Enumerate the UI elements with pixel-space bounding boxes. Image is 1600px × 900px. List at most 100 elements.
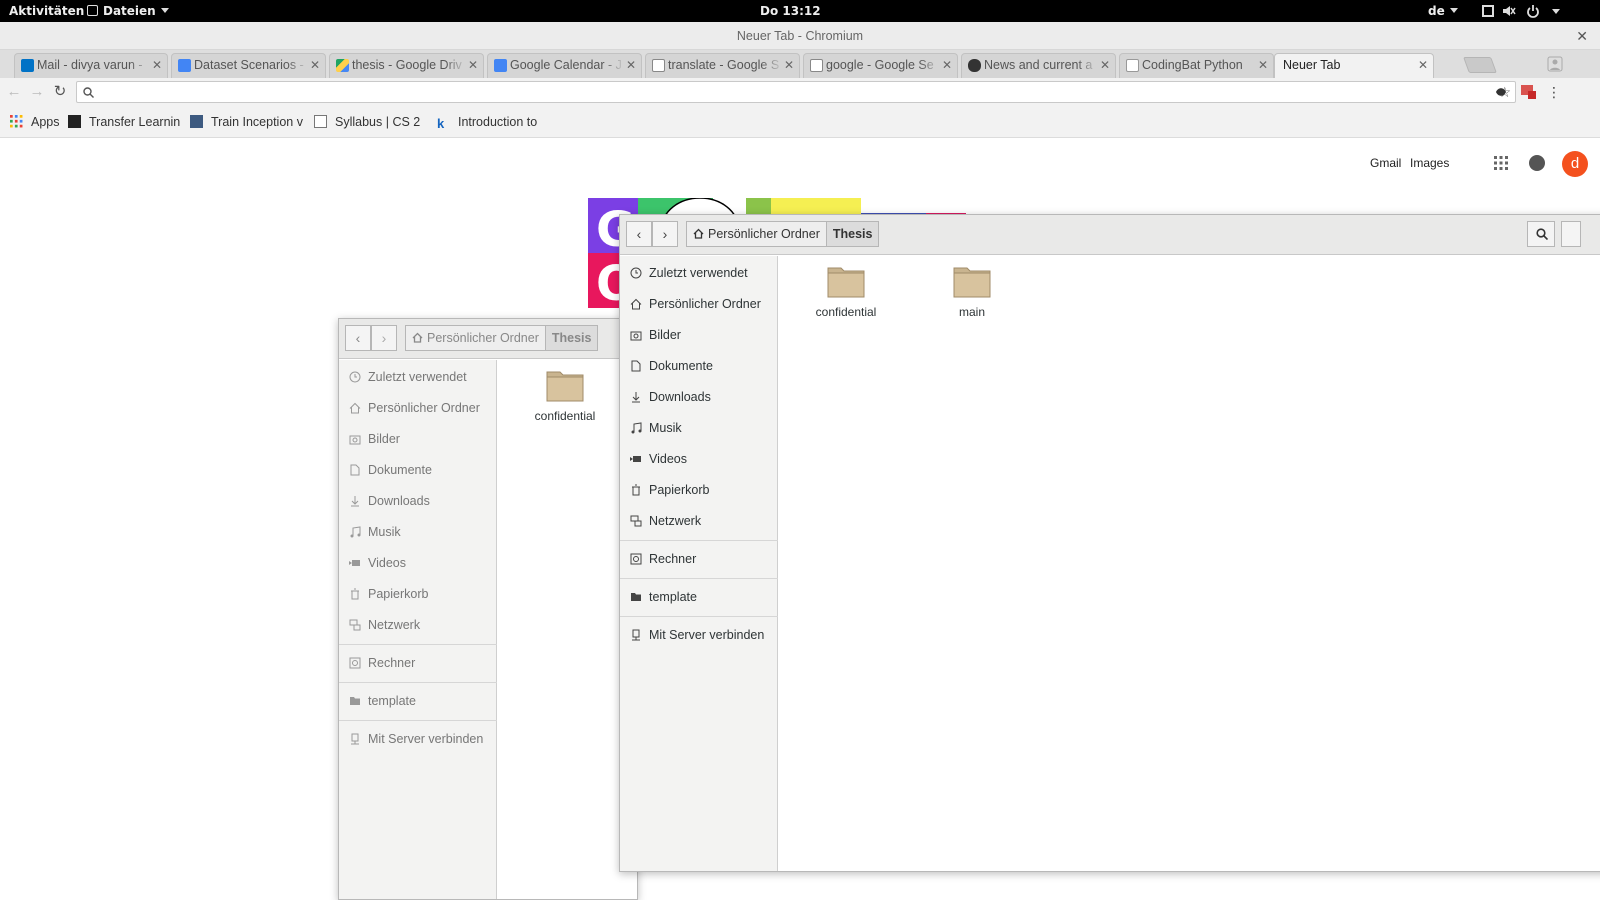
chevron-right-icon[interactable]: ›: [371, 325, 397, 351]
sidebar-item-recent[interactable]: Zuletzt verwendet: [339, 364, 497, 390]
profile-icon[interactable]: [1547, 56, 1563, 72]
path-current-button[interactable]: Thesis: [825, 222, 879, 246]
sidebar-item-trash[interactable]: Papierkorb: [339, 581, 497, 607]
view-options-button[interactable]: [1561, 221, 1581, 247]
sidebar-item-connect-server[interactable]: Mit Server verbinden: [339, 726, 497, 752]
gmail-link[interactable]: Gmail: [1370, 156, 1401, 170]
sidebar-item-trash[interactable]: Papierkorb: [620, 477, 778, 503]
close-icon[interactable]: ✕: [784, 54, 794, 77]
close-icon[interactable]: ✕: [152, 54, 162, 77]
tab-mail[interactable]: Mail - divya varun - ✕: [14, 53, 168, 78]
omnibox[interactable]: ☆: [76, 81, 1516, 103]
sidebar-item-home[interactable]: Persönlicher Ordner: [620, 291, 778, 317]
path-home-button[interactable]: Persönlicher Ordner: [406, 326, 545, 350]
tab-google-search[interactable]: google - Google Se ✕: [803, 53, 958, 78]
tab-codingbat[interactable]: CodingBat Python ✕: [1119, 53, 1274, 78]
chevron-left-icon[interactable]: ‹: [626, 221, 652, 247]
language-menu[interactable]: de: [1428, 4, 1458, 18]
extension-icon[interactable]: [1494, 85, 1508, 99]
drive-icon: [336, 59, 349, 72]
activities-button[interactable]: Aktivitäten: [9, 4, 84, 18]
forward-arrow-icon[interactable]: →: [27, 82, 47, 102]
sidebar-item-recent[interactable]: Zuletzt verwendet: [620, 260, 778, 286]
menu-kebab-icon[interactable]: ⋮: [1544, 82, 1564, 102]
screen-icon[interactable]: [1481, 4, 1495, 18]
camera-icon: [349, 435, 361, 445]
sidebar-item-label: Papierkorb: [368, 587, 429, 601]
sidebar-item-music[interactable]: Musik: [339, 519, 497, 545]
bookmark-transfer-learning[interactable]: Transfer Learnin: [68, 106, 180, 138]
back-arrow-icon[interactable]: ←: [4, 82, 24, 102]
sidebar-item-music[interactable]: Musik: [620, 415, 778, 441]
sidebar-item-network[interactable]: Netzwerk: [339, 612, 497, 638]
sidebar-item-connect-server[interactable]: Mit Server verbinden: [620, 622, 778, 648]
tab-new-tab[interactable]: Neuer Tab ✕: [1274, 53, 1434, 78]
avatar[interactable]: d: [1562, 151, 1588, 177]
chevron-right-icon[interactable]: ›: [652, 221, 678, 247]
browser-title-bar: Neuer Tab - Chromium ✕: [0, 22, 1600, 50]
images-link[interactable]: Images: [1410, 156, 1449, 170]
sidebar-item-label: Bilder: [368, 432, 400, 446]
reload-icon[interactable]: ↻: [50, 82, 70, 102]
sidebar-item-network[interactable]: Netzwerk: [620, 508, 778, 534]
sidebar-item-computer[interactable]: Rechner: [339, 650, 497, 676]
file-manager-window[interactable]: ‹ › Persönlicher Ordner Thesis Zuletzt ve…: [619, 214, 1600, 872]
chevron-left-icon[interactable]: ‹: [345, 325, 371, 351]
new-tab-button[interactable]: [1463, 57, 1497, 73]
page-icon: [1126, 59, 1139, 72]
folder-item-main[interactable]: main: [927, 264, 1017, 319]
search-button[interactable]: [1527, 221, 1555, 247]
sidebar-item-documents[interactable]: Dokumente: [339, 457, 497, 483]
sidebar-item-computer[interactable]: Rechner: [620, 546, 778, 572]
close-icon[interactable]: ✕: [1258, 54, 1268, 77]
volume-muted-icon[interactable]: [1502, 4, 1516, 18]
sidebar-item-downloads[interactable]: Downloads: [620, 384, 778, 410]
search-icon: [83, 87, 94, 98]
page-icon: [314, 115, 327, 128]
tab-label: CodingBat Python: [1142, 58, 1243, 72]
power-icon[interactable]: [1526, 4, 1540, 18]
close-icon[interactable]: ✕: [468, 54, 478, 77]
tab-google-calendar[interactable]: Google Calendar - J ✕: [487, 53, 642, 78]
bookmark-syllabus[interactable]: Syllabus | CS 2: [314, 106, 426, 138]
tab-translate[interactable]: translate - Google S ✕: [645, 53, 800, 78]
bookmark-apps[interactable]: Apps: [10, 106, 60, 138]
folder-item-confidential[interactable]: confidential: [801, 264, 891, 319]
path-current-button[interactable]: Thesis: [544, 326, 598, 350]
google-apps-icon[interactable]: [1494, 156, 1508, 170]
notifications-icon[interactable]: [1529, 155, 1545, 171]
sidebar-item-documents[interactable]: Dokumente: [620, 353, 778, 379]
close-icon[interactable]: ✕: [942, 54, 952, 77]
folder-item-confidential[interactable]: confidential: [520, 368, 610, 423]
close-icon[interactable]: ✕: [1100, 54, 1110, 77]
document-icon: [631, 360, 641, 372]
computer-icon: [349, 657, 361, 669]
sidebar-item-pictures[interactable]: Bilder: [339, 426, 497, 452]
sidebar-item-videos[interactable]: Videos: [620, 446, 778, 472]
close-icon[interactable]: ✕: [1576, 22, 1588, 50]
tab-news[interactable]: News and current a ✕: [961, 53, 1116, 78]
tab-thesis-drive[interactable]: thesis - Google Driv ✕: [329, 53, 484, 78]
clock[interactable]: Do 13:12: [760, 4, 821, 18]
network-icon: [630, 515, 642, 527]
sidebar-item-home[interactable]: Persönlicher Ordner: [339, 395, 497, 421]
sidebar-item-template[interactable]: template: [339, 688, 497, 714]
close-icon[interactable]: ✕: [1418, 54, 1428, 77]
extension-badge-icon[interactable]: [1520, 83, 1537, 100]
path-home-button[interactable]: Persönlicher Ordner: [687, 222, 826, 246]
tab-dataset-scenarios[interactable]: Dataset Scenarios - ✕: [171, 53, 326, 78]
sidebar-item-label: Dokumente: [368, 463, 432, 477]
bookmark-introduction[interactable]: k Introduction to: [437, 106, 549, 138]
sidebar-divider: [339, 682, 497, 683]
close-icon[interactable]: ✕: [626, 54, 636, 77]
sidebar-item-downloads[interactable]: Downloads: [339, 488, 497, 514]
system-menu-chevron-icon[interactable]: [1552, 9, 1560, 14]
path-home-label: Persönlicher Ordner: [708, 227, 820, 241]
bookmark-train-inception[interactable]: Train Inception v: [190, 106, 305, 138]
sidebar-item-pictures[interactable]: Bilder: [620, 322, 778, 348]
app-menu-button[interactable]: Dateien: [87, 4, 169, 18]
close-icon[interactable]: ✕: [310, 54, 320, 77]
file-manager-window-background[interactable]: ‹ › Persönlicher Ordner Thesis Zuletzt ve…: [338, 318, 638, 900]
sidebar-item-videos[interactable]: Videos: [339, 550, 497, 576]
sidebar-item-template[interactable]: template: [620, 584, 778, 610]
